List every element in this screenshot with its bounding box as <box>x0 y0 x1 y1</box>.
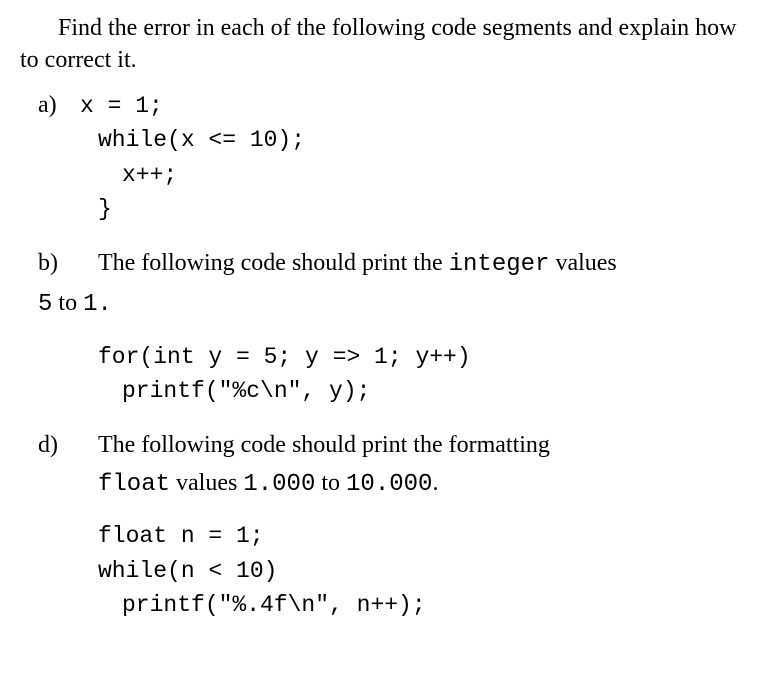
part-b-sub-post: 1. <box>83 291 112 318</box>
code-a-line3: x++; <box>20 158 759 193</box>
part-d-sub-code3: 10.000 <box>346 471 432 498</box>
code-a-line2: while(x <= 10); <box>20 123 759 158</box>
code-b-line2: printf("%c\n", y); <box>20 374 759 409</box>
code-a-line4: } <box>20 192 759 227</box>
part-d-sub-code1: float <box>98 471 170 498</box>
part-d-subline: float values 1.000 to 10.000. <box>20 467 759 501</box>
part-d-sub-code2: 1.000 <box>243 471 315 498</box>
part-d-sub-end: . <box>432 470 438 496</box>
part-b-desc-code: integer <box>449 251 550 278</box>
part-b-label: b) <box>20 247 98 281</box>
code-d-line1: float n = 1; <box>20 519 759 554</box>
part-b: b) The following code should print the i… <box>20 247 759 409</box>
part-d-label: d) <box>20 429 98 461</box>
code-d-line3: printf("%.4f\n", n++); <box>20 588 759 623</box>
part-b-desc-pre: The following code should print the <box>98 250 449 276</box>
part-a: a)x = 1; while(x <= 10); x++; } <box>20 89 759 227</box>
part-b-desc: The following code should print the inte… <box>98 247 759 281</box>
part-b-sub-pre: 5 <box>38 291 52 318</box>
code-d-line2: while(n < 10) <box>20 554 759 589</box>
part-b-subline: 5 to 1. <box>20 287 759 321</box>
part-d: d) The following code should print the f… <box>20 429 759 623</box>
part-b-desc-post: values <box>549 250 616 276</box>
part-b-sub-mid: to <box>52 290 83 316</box>
code-a-line1: x = 1; <box>80 93 163 119</box>
part-d-desc: The following code should print the form… <box>98 429 759 461</box>
code-b-line1: for(int y = 5; y => 1; y++) <box>20 340 759 375</box>
part-d-sub-mid1: values <box>170 470 243 496</box>
part-a-label: a) <box>20 89 80 121</box>
part-d-sub-mid2: to <box>315 470 346 496</box>
intro-text: Find the error in each of the following … <box>20 12 759 77</box>
